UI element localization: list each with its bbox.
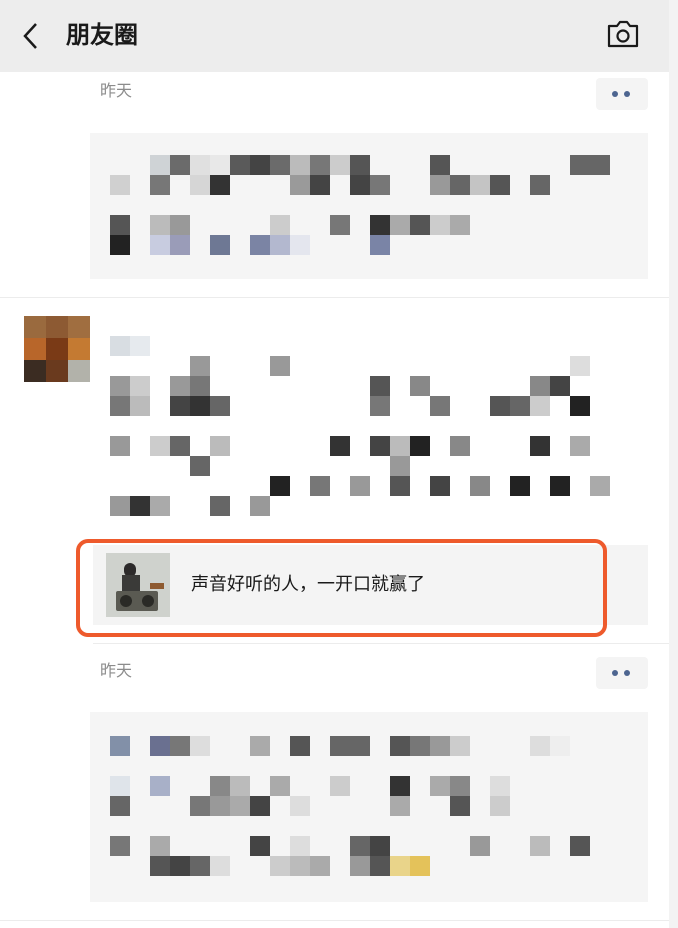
more-dots-icon-dot	[624, 670, 630, 676]
post-text-mosaic	[90, 712, 648, 902]
scroll-track[interactable]	[669, 0, 678, 928]
post-divider	[0, 920, 669, 921]
page-title: 朋友圈	[66, 21, 138, 49]
post-divider	[0, 297, 669, 298]
more-dots-icon	[612, 670, 618, 676]
post-divider	[93, 643, 669, 644]
post-text-mosaic	[100, 316, 620, 526]
avatar[interactable]	[24, 316, 90, 382]
more-button[interactable]	[596, 657, 648, 689]
top-bar: 朋友圈	[0, 0, 669, 72]
more-button[interactable]	[596, 78, 648, 110]
post-text-mosaic	[90, 133, 648, 279]
more-dots-icon-dot	[624, 91, 630, 97]
post-time: 昨天	[100, 661, 133, 680]
more-dots-icon	[612, 91, 618, 97]
camera-icon	[607, 20, 639, 48]
back-button[interactable]	[12, 14, 56, 58]
post-time: 昨天	[100, 81, 133, 100]
camera-button[interactable]	[598, 14, 646, 58]
chevron-left-icon	[23, 23, 37, 49]
highlight-frame	[76, 539, 607, 637]
